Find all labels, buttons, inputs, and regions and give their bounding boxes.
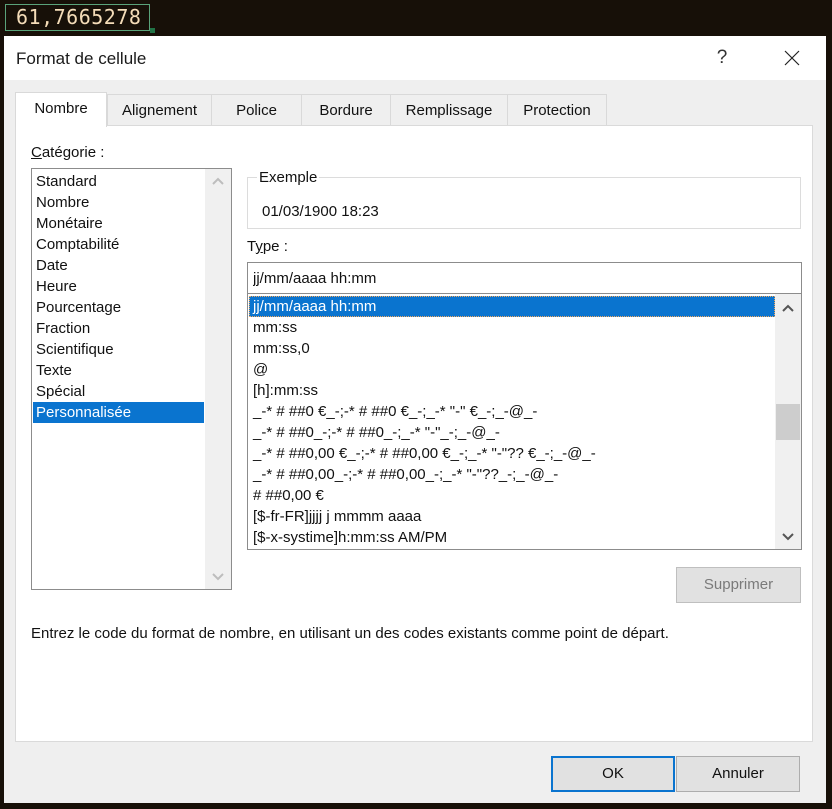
format-cells-dialog: Format de cellule ? Nombre Alignement Po… [4,36,826,803]
tab-bordure[interactable]: Bordure [301,94,391,126]
type-item-selected[interactable]: jj/mm/aaaa hh:mm [249,296,775,317]
type-label: Type : [247,238,288,255]
tab-protection[interactable]: Protection [507,94,607,126]
category-item[interactable]: Date [33,255,204,276]
type-item[interactable]: [h]:mm:ss [249,380,775,401]
type-item[interactable]: _-* # ##0 €_-;-* # ##0 €_-;_-* "-" €_-;_… [249,401,775,422]
type-item[interactable]: _-* # ##0_-;-* # ##0_-;_-* "-"_-;_-@_- [249,422,775,443]
category-item[interactable]: Fraction [33,318,204,339]
chevron-down-icon [782,533,794,541]
tab-nombre[interactable]: Nombre [15,92,107,127]
category-item[interactable]: Spécial [33,381,204,402]
type-item[interactable]: _-* # ##0,00 €_-;-* # ##0,00 €_-;_-* "-"… [249,443,775,464]
type-item[interactable]: # ##0,00 € [249,485,775,506]
type-input[interactable] [247,262,802,294]
scrollbar-thumb[interactable] [776,404,800,440]
tab-alignement[interactable]: Alignement [107,94,212,126]
dialog-title: Format de cellule [16,49,147,68]
example-value: 01/03/1900 18:23 [262,203,379,220]
example-legend: Exemple [257,169,320,186]
tab-remplissage[interactable]: Remplissage [390,94,508,126]
category-item[interactable]: Standard [33,171,204,192]
chevron-up-icon [782,304,794,312]
close-icon [784,50,800,66]
example-group: Exemple 01/03/1900 18:23 [247,169,801,229]
scroll-up-button[interactable] [775,298,801,318]
hint-text: Entrez le code du format de nombre, en u… [31,625,669,642]
delete-button[interactable]: Supprimer [676,567,801,603]
type-item[interactable]: [$-x-systime]h:mm:ss AM/PM [249,527,775,548]
category-item-selected[interactable]: Personnalisée [33,402,204,423]
close-button[interactable] [770,40,814,76]
tab-panel-nombre: Catégorie : Standard Nombre Monétaire Co… [15,125,813,742]
category-item[interactable]: Nombre [33,192,204,213]
chevron-down-icon [212,573,224,581]
type-list[interactable]: jj/mm/aaaa hh:mm mm:ss mm:ss,0 @ [h]:mm:… [247,294,802,550]
category-item[interactable]: Pourcentage [33,297,204,318]
type-scrollbar[interactable] [775,294,801,549]
title-bar: Format de cellule ? [4,36,826,80]
cancel-button[interactable]: Annuler [676,756,800,792]
category-item[interactable]: Heure [33,276,204,297]
category-list[interactable]: Standard Nombre Monétaire Comptabilité D… [31,168,232,590]
tab-police[interactable]: Police [211,94,302,126]
category-item[interactable]: Texte [33,360,204,381]
category-label: Catégorie : [31,144,105,161]
cell-value: 61,7665278 [5,4,150,31]
chevron-up-icon [212,177,224,185]
scroll-down-button[interactable] [775,527,801,547]
type-item[interactable]: mm:ss [249,317,775,338]
type-item[interactable]: _-* # ##0,00_-;-* # ##0,00_-;_-* "-"??_-… [249,464,775,485]
ok-button[interactable]: OK [551,756,675,792]
category-scrollbar[interactable] [205,169,231,589]
category-item[interactable]: Comptabilité [33,234,204,255]
type-item[interactable]: [$-fr-FR]jjjj j mmmm aaaa [249,506,775,527]
scroll-down-button[interactable] [205,567,231,587]
type-item[interactable]: @ [249,359,775,380]
help-button[interactable]: ? [704,40,740,76]
fill-handle[interactable] [150,28,155,33]
category-item[interactable]: Monétaire [33,213,204,234]
category-item[interactable]: Scientifique [33,339,204,360]
type-item[interactable]: mm:ss,0 [249,338,775,359]
scroll-up-button[interactable] [205,171,231,191]
